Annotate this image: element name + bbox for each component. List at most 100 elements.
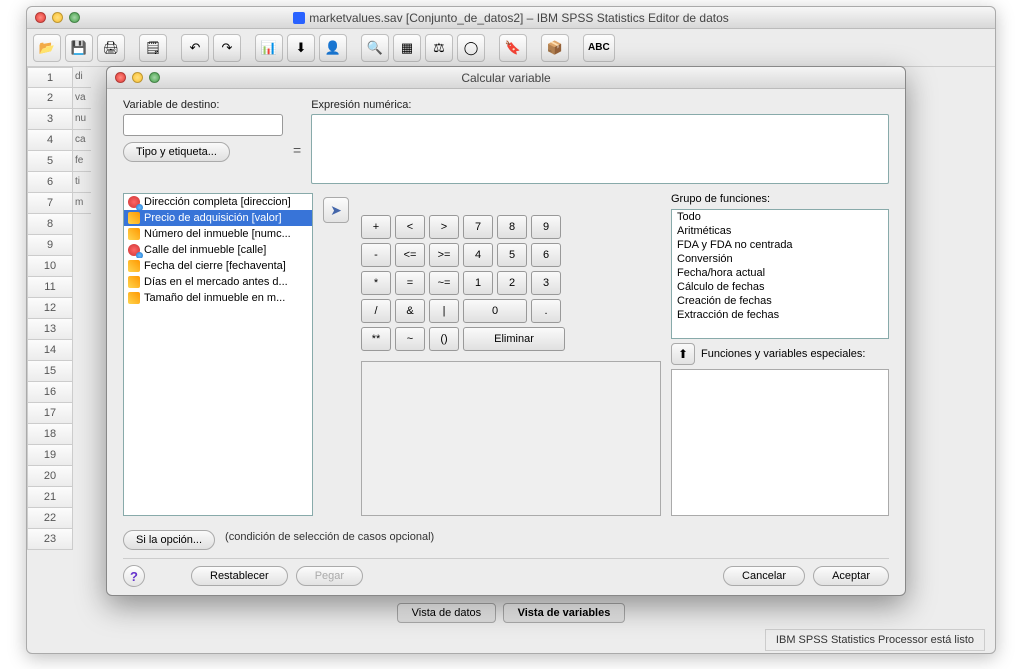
function-group-item[interactable]: Aritméticas [672,224,888,238]
keypad-key[interactable]: 0 [463,299,527,323]
vars-icon[interactable]: 🔍 [361,34,389,62]
keypad-key[interactable]: > [429,215,459,239]
variable-list[interactable]: Dirección completa [direccion]Precio de … [123,193,313,516]
keypad-delete-button[interactable]: Eliminar [463,327,565,351]
keypad-key[interactable]: 9 [531,215,561,239]
insert-function-button[interactable]: ⬆ [671,343,695,365]
row-header[interactable]: 21 [27,487,73,508]
target-variable-input[interactable] [123,114,283,136]
keypad-key[interactable]: 2 [497,271,527,295]
variable-item[interactable]: Número del inmueble [numc... [124,226,312,242]
row-header[interactable]: 9 [27,235,73,256]
row-header[interactable]: 10 [27,256,73,277]
function-group-item[interactable]: Cálculo de fechas [672,280,888,294]
function-group-item[interactable]: Todo [672,210,888,224]
row-header[interactable]: 18 [27,424,73,445]
tab-variable-view[interactable]: Vista de variables [503,603,626,623]
keypad-key[interactable]: 4 [463,243,493,267]
row-header[interactable]: 12 [27,298,73,319]
special-functions-list[interactable] [671,369,889,516]
weight-icon[interactable]: ⚖ [425,34,453,62]
keypad-key[interactable]: 8 [497,215,527,239]
row-header[interactable]: 17 [27,403,73,424]
row-header[interactable]: 8 [27,214,73,235]
keypad-key[interactable]: / [361,299,391,323]
row-header[interactable]: 22 [27,508,73,529]
keypad-key[interactable]: . [531,299,561,323]
type-and-label-button[interactable]: Tipo y etiqueta... [123,142,230,162]
keypad-key[interactable]: >= [429,243,459,267]
select-icon[interactable]: ◯ [457,34,485,62]
open-icon[interactable]: 📂 [33,34,61,62]
keypad-key[interactable]: ~ [395,327,425,351]
row-header[interactable]: 3 [27,109,73,130]
keypad-key[interactable]: () [429,327,459,351]
data-cell[interactable]: di [73,67,91,88]
print-icon[interactable]: 🖨 [97,34,125,62]
goto-var-icon[interactable]: ⬇ [287,34,315,62]
ok-button[interactable]: Aceptar [813,566,889,586]
data-cell[interactable]: nu [73,109,91,130]
row-header[interactable]: 19 [27,445,73,466]
keypad-key[interactable]: 7 [463,215,493,239]
value-labels-icon[interactable]: 🔖 [499,34,527,62]
split-icon[interactable]: ▦ [393,34,421,62]
data-cell[interactable]: va [73,88,91,109]
keypad-key[interactable]: = [395,271,425,295]
function-group-item[interactable]: Conversión [672,252,888,266]
spellcheck-icon[interactable]: ABC [583,34,615,62]
data-cell[interactable]: ti [73,172,91,193]
recall-icon[interactable]: 🗒 [139,34,167,62]
function-group-list[interactable]: TodoAritméticasFDA y FDA no centradaConv… [671,209,889,339]
numeric-expression-input[interactable] [311,114,889,184]
help-button[interactable]: ? [123,565,145,587]
keypad-key[interactable]: < [395,215,425,239]
if-condition-button[interactable]: Si la opción... [123,530,215,550]
function-group-item[interactable]: Extracción de fechas [672,308,888,322]
function-group-item[interactable]: Creación de fechas [672,294,888,308]
row-header[interactable]: 7 [27,193,73,214]
keypad-key[interactable]: 5 [497,243,527,267]
goto-icon[interactable]: 📊 [255,34,283,62]
row-header[interactable]: 5 [27,151,73,172]
redo-icon[interactable]: ↷ [213,34,241,62]
function-group-item[interactable]: Fecha/hora actual [672,266,888,280]
keypad-key[interactable]: <= [395,243,425,267]
reset-button[interactable]: Restablecer [191,566,288,586]
keypad-key[interactable]: + [361,215,391,239]
row-header[interactable]: 15 [27,361,73,382]
keypad-key[interactable]: * [361,271,391,295]
row-header[interactable]: 11 [27,277,73,298]
row-header[interactable]: 16 [27,382,73,403]
variable-item[interactable]: Fecha del cierre [fechaventa] [124,258,312,274]
move-to-expression-button[interactable]: ➤ [323,197,349,223]
paste-button[interactable]: Pegar [296,566,363,586]
row-header[interactable]: 13 [27,319,73,340]
undo-icon[interactable]: ↶ [181,34,209,62]
use-sets-icon[interactable]: 📦 [541,34,569,62]
find-icon[interactable]: 👤 [319,34,347,62]
variable-item[interactable]: Precio de adquisición [valor] [124,210,312,226]
keypad-key[interactable]: & [395,299,425,323]
row-header[interactable]: 20 [27,466,73,487]
keypad-key[interactable]: ** [361,327,391,351]
keypad-key[interactable]: | [429,299,459,323]
save-icon[interactable]: 💾 [65,34,93,62]
cancel-button[interactable]: Cancelar [723,566,805,586]
row-header[interactable]: 2 [27,88,73,109]
function-group-item[interactable]: FDA y FDA no centrada [672,238,888,252]
keypad-key[interactable]: ~= [429,271,459,295]
variable-item[interactable]: Dirección completa [direccion] [124,194,312,210]
row-header[interactable]: 14 [27,340,73,361]
data-cell[interactable]: ca [73,130,91,151]
keypad-key[interactable]: 1 [463,271,493,295]
row-header[interactable]: 23 [27,529,73,550]
variable-item[interactable]: Días en el mercado antes d... [124,274,312,290]
row-header[interactable]: 4 [27,130,73,151]
keypad-key[interactable]: 6 [531,243,561,267]
row-header[interactable]: 6 [27,172,73,193]
tab-data-view[interactable]: Vista de datos [397,603,497,623]
keypad-key[interactable]: 3 [531,271,561,295]
data-cell[interactable]: fe [73,151,91,172]
variable-item[interactable]: Calle del inmueble [calle] [124,242,312,258]
